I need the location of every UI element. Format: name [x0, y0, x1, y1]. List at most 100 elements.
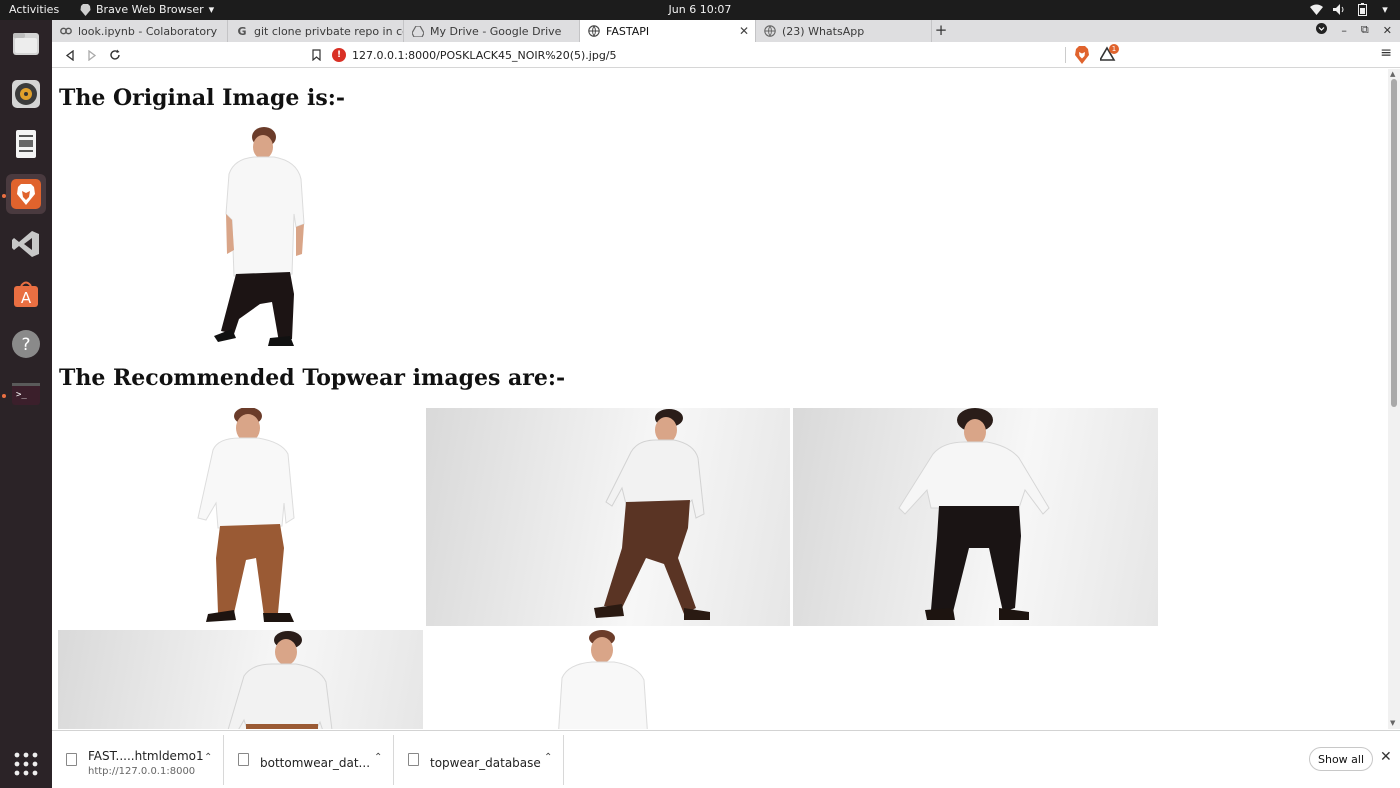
page-content: The Original Image is:- The Recommended … [52, 69, 1388, 729]
download-name: bottomwear_dat... [260, 756, 371, 770]
page-scrollbar[interactable]: ▲ ▼ [1388, 69, 1400, 729]
download-item[interactable]: bottomwear_dat... ⌃ [224, 735, 394, 785]
download-item[interactable]: topwear_database ⌃ [394, 735, 564, 785]
gnome-top-bar: Activities Brave Web Browser ▾ Jun 6 10:… [0, 0, 1400, 20]
dock-document-viewer[interactable] [6, 124, 46, 164]
running-indicator [2, 194, 6, 198]
clock[interactable]: Jun 6 10:07 [669, 3, 732, 16]
brave-shields-icon[interactable] [1074, 46, 1090, 68]
tab-whatsapp[interactable]: (23) WhatsApp [756, 20, 932, 42]
tab-colab[interactable]: look.ipynb - Colaboratory [52, 20, 228, 42]
restore-icon[interactable]: ⧉ [1361, 23, 1369, 37]
tab-title: FASTAPI [606, 24, 650, 38]
scroll-up-icon[interactable]: ▲ [1390, 70, 1395, 78]
close-tab-icon[interactable]: ✕ [739, 24, 749, 38]
file-icon [66, 753, 77, 766]
original-image [174, 124, 334, 349]
show-applications-button[interactable] [6, 744, 46, 784]
help-icon: ? [12, 330, 40, 358]
address-bar[interactable]: ! 127.0.0.1:8000/POSKLACK45_NOIR%20(5).j… [332, 45, 1072, 65]
browser-menu-button[interactable]: ≡ [1380, 45, 1392, 61]
bookmark-icon [311, 49, 321, 61]
heading-original: The Original Image is:- [59, 85, 345, 111]
reload-icon [110, 49, 120, 60]
dock-help[interactable]: ? [6, 324, 46, 364]
tab-title: look.ipynb - Colaboratory [78, 24, 218, 38]
dock-rhythmbox[interactable] [6, 74, 46, 114]
file-icon [408, 753, 419, 766]
svg-text:?: ? [21, 335, 30, 355]
back-button[interactable] [62, 47, 78, 63]
reload-button[interactable] [107, 47, 123, 63]
files-icon [13, 33, 39, 55]
colab-icon [60, 25, 72, 37]
tab-google-drive[interactable]: My Drive - Google Drive [404, 20, 580, 42]
forward-arrow-icon [88, 49, 97, 61]
vscode-icon [12, 231, 39, 257]
tab-fastapi[interactable]: FASTAPI ✕ [580, 20, 756, 42]
minimize-icon[interactable]: – [1341, 24, 1347, 37]
app-menu-label: Brave Web Browser [96, 3, 204, 16]
menu-circle-icon[interactable] [1316, 23, 1328, 37]
downloads-shelf: FAST.....htmldemo1 http://127.0.0.1:8000… [52, 730, 1400, 788]
svg-text:A: A [21, 289, 32, 307]
chevron-up-icon[interactable]: ⌃ [204, 752, 212, 763]
file-icon [238, 753, 249, 766]
download-name: topwear_database [430, 756, 541, 770]
volume-icon [1332, 2, 1346, 16]
recommended-image-5 [426, 630, 790, 729]
bookmark-button[interactable] [308, 47, 324, 63]
terminal-icon: >_ [12, 383, 40, 405]
url-text: 127.0.0.1:8000/POSKLACK45_NOIR%20(5).jpg… [352, 48, 617, 62]
dock-brave-browser[interactable] [6, 174, 46, 214]
new-tab-button[interactable]: + [932, 21, 950, 39]
svg-text:>_: >_ [16, 390, 27, 400]
tab-strip: look.ipynb - Colaboratory G git clone pr… [52, 20, 1400, 42]
tab-title: My Drive - Google Drive [430, 24, 562, 38]
close-icon[interactable]: ✕ [1380, 749, 1392, 765]
battery-icon [1355, 2, 1369, 16]
tab-git-clone[interactable]: G git clone privbate repo in cola [228, 20, 404, 42]
wifi-icon [1309, 2, 1323, 16]
dock-files[interactable] [6, 24, 46, 64]
download-item[interactable]: FAST.....htmldemo1 http://127.0.0.1:8000… [52, 735, 224, 785]
google-g-icon: G [237, 24, 247, 38]
brave-lion-icon [80, 3, 91, 16]
tab-title: git clone privbate repo in cola [254, 24, 404, 38]
drive-icon [412, 25, 424, 37]
globe-icon [588, 25, 600, 37]
brave-browser-icon [11, 179, 41, 209]
site-info-icon[interactable]: ! [332, 48, 346, 62]
brave-rewards-button[interactable]: 1 [1098, 44, 1119, 66]
scrollbar-thumb[interactable] [1391, 79, 1397, 407]
running-indicator [2, 394, 6, 398]
show-all-button[interactable]: Show all [1309, 747, 1373, 771]
chevron-down-icon: ▾ [208, 3, 215, 16]
dock: A ? >_ [0, 20, 52, 788]
chevron-up-icon[interactable]: ⌃ [544, 752, 552, 763]
scroll-down-icon[interactable]: ▼ [1390, 719, 1395, 727]
recommended-image-4 [58, 630, 423, 729]
tab-title: (23) WhatsApp [782, 24, 865, 38]
dock-terminal[interactable]: >_ [6, 374, 46, 414]
software-store-icon: A [14, 281, 38, 307]
close-icon[interactable]: ✕ [1383, 24, 1392, 37]
app-grid-icon [14, 752, 38, 776]
back-arrow-icon [65, 49, 74, 61]
chevron-up-icon[interactable]: ⌃ [374, 752, 382, 763]
recommended-image-3 [793, 408, 1158, 626]
rewards-badge: 1 [1109, 44, 1119, 54]
activities-button[interactable]: Activities [9, 3, 59, 16]
dock-vscode[interactable] [6, 224, 46, 264]
app-menu[interactable]: Brave Web Browser ▾ [80, 3, 214, 16]
document-viewer-icon [16, 130, 36, 158]
divider [1065, 47, 1066, 63]
recommended-image-1 [58, 408, 423, 626]
system-tray[interactable]: ▾ [1309, 2, 1392, 16]
power-menu-icon: ▾ [1382, 2, 1388, 16]
download-source: http://127.0.0.1:8000 [88, 766, 196, 777]
forward-button[interactable] [84, 47, 100, 63]
recommended-image-2 [426, 408, 790, 626]
dock-software-store[interactable]: A [6, 274, 46, 314]
globe-icon [764, 25, 776, 37]
